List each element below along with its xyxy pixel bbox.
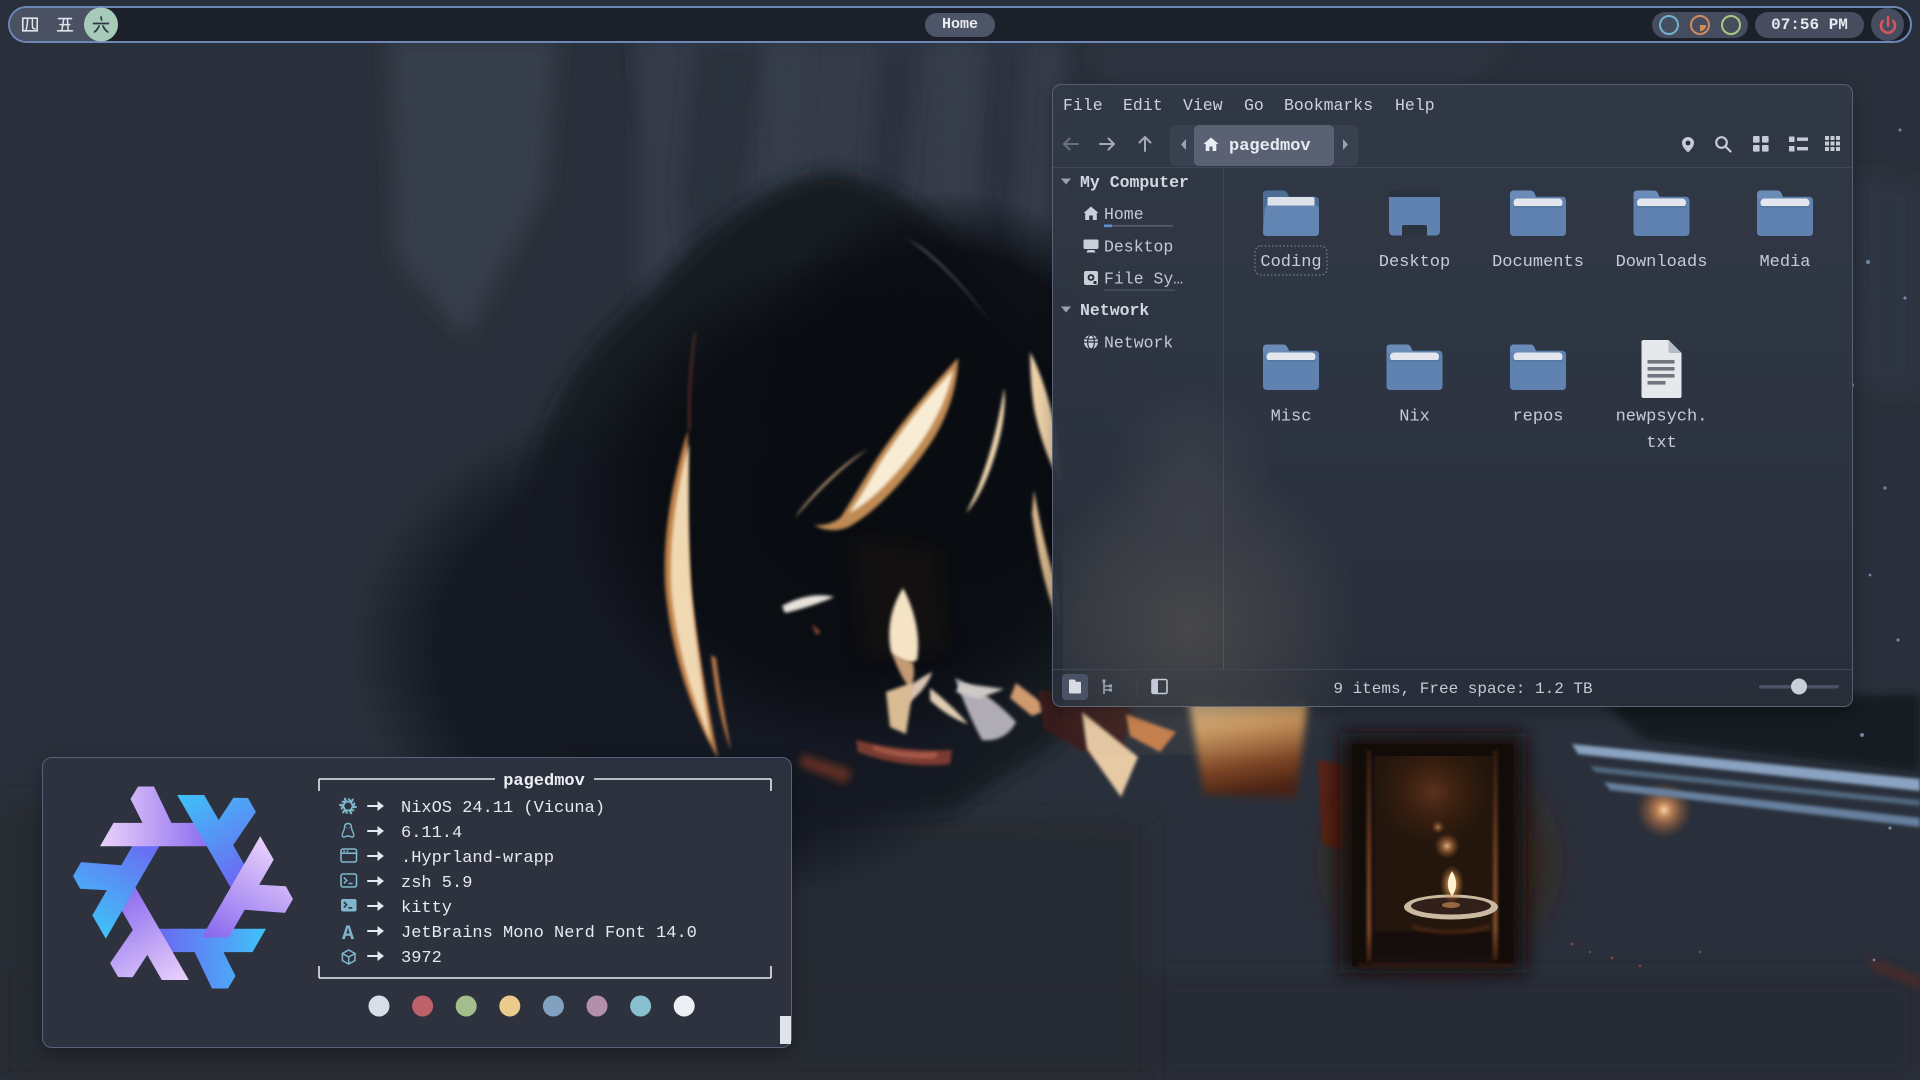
svg-text:9 items, Free space: 1.2 TB: 9 items, Free space: 1.2 TB <box>1333 680 1592 698</box>
svg-text:File Sy…: File Sy… <box>1104 270 1183 289</box>
svg-text:pagedmov: pagedmov <box>503 772 585 791</box>
svg-text:.Hyprland-wrapp: .Hyprland-wrapp <box>401 849 554 868</box>
svg-text:Home: Home <box>1104 205 1144 224</box>
svg-text:Desktop: Desktop <box>1379 253 1450 272</box>
svg-text:txt: txt <box>1646 434 1677 453</box>
svg-text:kitty: kitty <box>401 899 452 918</box>
svg-text:Network: Network <box>1080 301 1149 320</box>
svg-text:6.11.4: 6.11.4 <box>401 824 462 843</box>
svg-text:repos: repos <box>1512 408 1563 427</box>
svg-text:JetBrains Mono Nerd Font 14.0: JetBrains Mono Nerd Font 14.0 <box>401 924 697 943</box>
svg-text:newpsych.: newpsych. <box>1616 408 1708 427</box>
svg-text:NixOS 24.11 (Vicuna): NixOS 24.11 (Vicuna) <box>401 799 605 818</box>
svg-text:Downloads: Downloads <box>1616 253 1708 272</box>
svg-text:Documents: Documents <box>1492 253 1584 272</box>
svg-text:Desktop: Desktop <box>1104 238 1173 257</box>
svg-text:Misc: Misc <box>1271 408 1312 427</box>
svg-text:zsh 5.9: zsh 5.9 <box>401 874 472 893</box>
svg-text:3972: 3972 <box>401 949 442 968</box>
svg-text:Network: Network <box>1104 334 1173 353</box>
svg-text:pagedmov: pagedmov <box>1229 137 1311 156</box>
svg-text:My Computer: My Computer <box>1080 173 1189 192</box>
svg-text:Media: Media <box>1759 253 1810 272</box>
svg-text:Coding: Coding <box>1260 253 1321 272</box>
svg-text:Nix: Nix <box>1399 408 1430 427</box>
svg-text:A: A <box>342 923 354 946</box>
